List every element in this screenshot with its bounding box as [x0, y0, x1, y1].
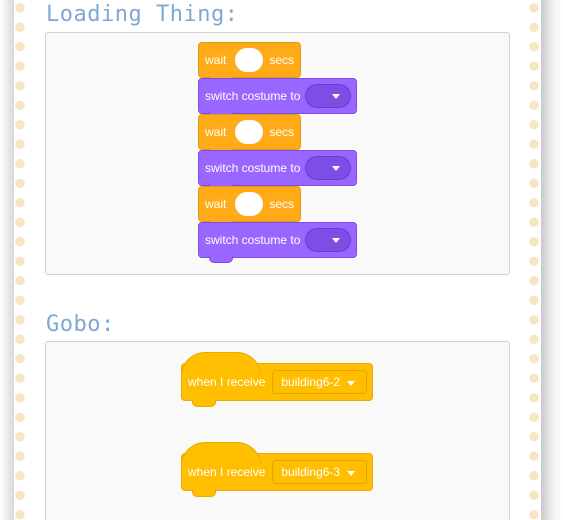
switch-costume-block[interactable]: switch costume to — [198, 150, 357, 191]
seconds-input[interactable] — [235, 120, 264, 144]
when-i-receive-hat-block[interactable]: when I receive building6-3 — [181, 442, 373, 497]
dropdown-arrow-icon — [332, 166, 341, 171]
switch-costume-block[interactable]: switch costume to — [198, 222, 357, 263]
page-shadow-right — [541, 0, 563, 520]
when-i-receive-label: when I receive — [188, 375, 266, 389]
secs-label: secs — [269, 197, 295, 211]
dropdown-arrow-icon — [332, 94, 341, 99]
switch-costume-label: switch costume to — [205, 233, 301, 247]
switch-costume-label: switch costume to — [205, 89, 301, 103]
wait-label: wait — [205, 197, 227, 211]
dropdown-arrow-icon — [347, 471, 356, 476]
wait-block[interactable]: wait secs — [198, 114, 301, 155]
dotted-rail-right — [528, 0, 540, 520]
costume-dropdown[interactable] — [305, 228, 352, 252]
when-i-receive-hat-block[interactable]: when I receive building6-2 — [181, 352, 373, 407]
seconds-input[interactable] — [235, 192, 264, 216]
costume-dropdown[interactable] — [305, 84, 352, 108]
switch-costume-label: switch costume to — [205, 161, 301, 175]
section-title-gobo: Gobo: — [46, 312, 115, 337]
page-shadow-left — [0, 0, 14, 520]
dropdown-arrow-icon — [347, 381, 356, 386]
costume-dropdown[interactable] — [305, 156, 352, 180]
wait-block[interactable]: wait secs — [198, 186, 301, 227]
section-title-loading-thing: Loading Thing: — [46, 2, 239, 27]
dotted-rail-left — [14, 0, 26, 520]
seconds-input[interactable] — [235, 48, 264, 72]
wait-label: wait — [205, 125, 227, 139]
wait-block[interactable]: wait secs — [198, 42, 301, 83]
message-value: building6-3 — [281, 465, 341, 479]
when-i-receive-label: when I receive — [188, 465, 266, 479]
message-dropdown[interactable]: building6-3 — [272, 460, 368, 484]
wait-label: wait — [205, 53, 227, 67]
message-value: building6-2 — [281, 375, 341, 389]
message-dropdown[interactable]: building6-2 — [272, 370, 368, 394]
secs-label: secs — [269, 125, 295, 139]
dropdown-arrow-icon — [332, 238, 341, 243]
switch-costume-block[interactable]: switch costume to — [198, 78, 357, 119]
secs-label: secs — [269, 53, 295, 67]
